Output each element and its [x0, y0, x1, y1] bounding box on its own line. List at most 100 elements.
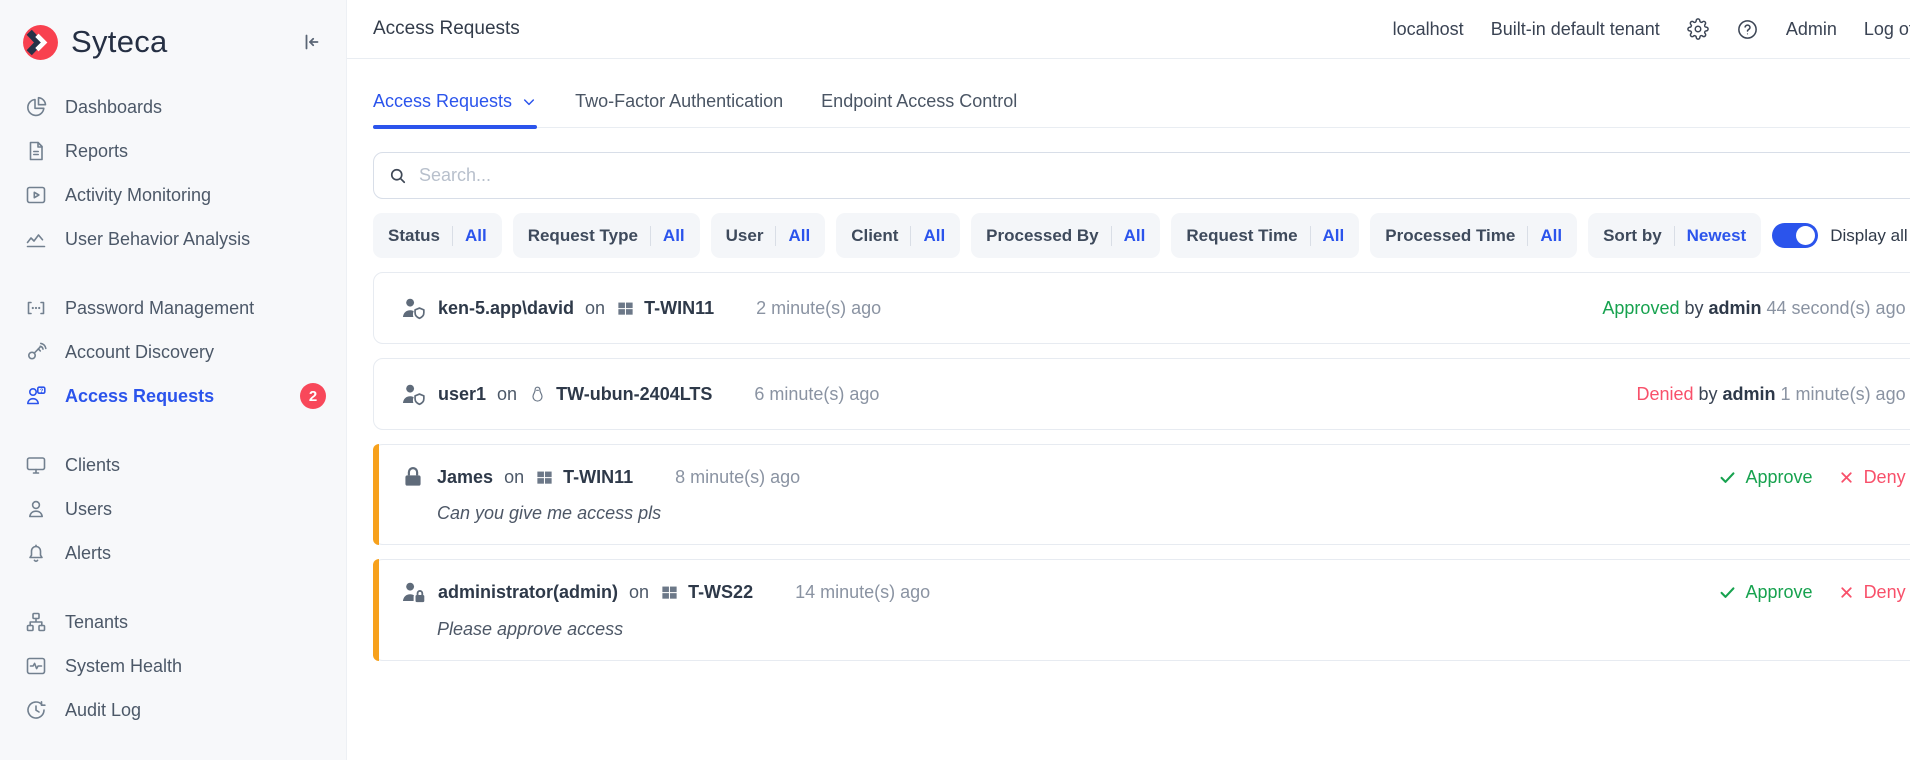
- nav-group-entities: Clients Users Alerts: [0, 443, 346, 575]
- settings-gear-icon[interactable]: [1687, 18, 1709, 40]
- sidebar-item-system-health[interactable]: System Health: [0, 644, 346, 688]
- filter-bar: Status All Request Type All User All Cli…: [373, 213, 1910, 258]
- request-message: Please approve access: [437, 619, 1910, 640]
- deny-button[interactable]: Deny: [1838, 467, 1906, 488]
- sidebar-item-reports[interactable]: Reports: [0, 129, 346, 173]
- filter-request-type[interactable]: Request Type All: [513, 213, 700, 258]
- filter-status[interactable]: Status All: [373, 213, 502, 258]
- sidebar-item-users[interactable]: Users: [0, 487, 346, 531]
- sidebar-item-label: Users: [65, 499, 112, 520]
- sort-by-selector[interactable]: Sort by Newest: [1588, 213, 1761, 258]
- app-root: Syteca Dashboards: [0, 0, 1910, 760]
- approve-label: Approve: [1746, 467, 1813, 488]
- filter-processed-time[interactable]: Processed Time All: [1370, 213, 1577, 258]
- deny-button[interactable]: Deny: [1838, 582, 1906, 603]
- logo-text: Syteca: [71, 24, 168, 60]
- audit-log-icon: [24, 698, 48, 722]
- sidebar-item-account-discovery[interactable]: Account Discovery: [0, 330, 346, 374]
- display-all-toggle[interactable]: [1772, 223, 1818, 248]
- x-icon: [1838, 469, 1855, 486]
- sidebar-item-tenants[interactable]: Tenants: [0, 600, 346, 644]
- sidebar-item-password-management[interactable]: Password Management: [0, 286, 346, 330]
- request-time: 6 minute(s) ago: [754, 384, 879, 405]
- approve-button[interactable]: Approve: [1718, 467, 1813, 488]
- filter-request-time[interactable]: Request Time All: [1171, 213, 1359, 258]
- request-status: Denied by admin 1 minute(s) ago: [1636, 384, 1905, 405]
- filter-value: All: [923, 226, 945, 246]
- tab-access-requests[interactable]: Access Requests: [373, 91, 537, 127]
- status-processed-by: admin: [1723, 384, 1776, 405]
- activity-monitoring-icon: [24, 183, 48, 207]
- sidebar-item-alerts[interactable]: Alerts: [0, 531, 346, 575]
- toggle-knob: [1796, 226, 1815, 245]
- divider: [452, 226, 453, 246]
- tenant-name: Built-in default tenant: [1491, 19, 1660, 40]
- main-area: Access Requests localhost Built-in defau…: [347, 0, 1910, 760]
- filter-value: All: [465, 226, 487, 246]
- pending-indicator-bar: [373, 559, 379, 661]
- sidebar-item-label: Alerts: [65, 543, 111, 564]
- divider: [1310, 226, 1311, 246]
- divider: [775, 226, 776, 246]
- filter-label: User: [726, 226, 764, 246]
- request-time: 2 minute(s) ago: [756, 298, 881, 319]
- syteca-logo[interactable]: Syteca: [22, 24, 168, 61]
- filter-label: Request Time: [1186, 226, 1297, 246]
- request-user: administrator(admin): [438, 582, 618, 603]
- log-off-button[interactable]: Log off: [1864, 19, 1910, 40]
- account-menu[interactable]: Admin: [1786, 19, 1837, 40]
- status-processed-by: admin: [1708, 298, 1761, 319]
- sidebar-item-user-behavior-analysis[interactable]: User Behavior Analysis: [0, 217, 346, 261]
- windows-icon: [616, 299, 635, 318]
- search-bar: [373, 152, 1910, 199]
- sidebar-item-dashboards[interactable]: Dashboards: [0, 85, 346, 129]
- sidebar-item-label: Dashboards: [65, 97, 162, 118]
- svg-text:?: ?: [40, 388, 44, 394]
- sidebar-item-label: Tenants: [65, 612, 128, 633]
- users-icon: [24, 497, 48, 521]
- request-actions: Approve Deny: [1718, 582, 1910, 603]
- filter-user[interactable]: User All: [711, 213, 826, 258]
- request-user: user1: [438, 384, 486, 405]
- request-message: Can you give me access pls: [437, 503, 1910, 524]
- approve-button[interactable]: Approve: [1718, 582, 1813, 603]
- request-client: TW-ubun-2404LTS: [556, 384, 712, 405]
- filter-client[interactable]: Client All: [836, 213, 960, 258]
- sidebar-item-audit-log[interactable]: Audit Log: [0, 688, 346, 732]
- request-on-word: on: [497, 384, 517, 405]
- filter-label: Processed By: [986, 226, 1098, 246]
- deny-label: Deny: [1864, 582, 1906, 603]
- search-input[interactable]: [419, 165, 1910, 186]
- access-requests-count-badge: 2: [300, 383, 326, 409]
- reports-icon: [24, 139, 48, 163]
- sidebar-item-clients[interactable]: Clients: [0, 443, 346, 487]
- divider: [1111, 226, 1112, 246]
- sidebar-item-access-requests[interactable]: ? Access Requests 2: [0, 374, 346, 418]
- page-title: Access Requests: [373, 18, 520, 40]
- request-main-line: administrator(admin) on T-WS22 14 minute…: [400, 579, 1910, 606]
- tab-label: Endpoint Access Control: [821, 91, 1017, 112]
- sidebar-item-label: System Health: [65, 656, 182, 677]
- sidebar: Syteca Dashboards: [0, 0, 347, 760]
- divider: [650, 226, 651, 246]
- status-processed-time: 44 second(s) ago: [1767, 298, 1906, 319]
- account-discovery-icon: [24, 340, 48, 364]
- filter-processed-by[interactable]: Processed By All: [971, 213, 1160, 258]
- tab-two-factor-authentication[interactable]: Two-Factor Authentication: [575, 91, 783, 127]
- syteca-logo-icon: [22, 24, 59, 61]
- filter-value: All: [1540, 226, 1562, 246]
- sidebar-item-activity-monitoring[interactable]: Activity Monitoring: [0, 173, 346, 217]
- request-user: ken-5.app\david: [438, 298, 574, 319]
- request-user: James: [437, 467, 493, 488]
- user-shield-icon: [400, 381, 427, 408]
- request-client: T-WIN11: [563, 467, 633, 488]
- help-icon[interactable]: [1736, 18, 1759, 41]
- sidebar-item-label: Access Requests: [65, 386, 214, 407]
- request-client: T-WS22: [688, 582, 753, 603]
- x-icon: [1838, 584, 1855, 601]
- sidebar-collapse-icon[interactable]: [298, 30, 322, 54]
- tab-endpoint-access-control[interactable]: Endpoint Access Control: [821, 91, 1017, 127]
- toggle-label: Display all requests: [1830, 226, 1910, 246]
- user-lock-icon: [400, 579, 427, 606]
- divider: [1527, 226, 1528, 246]
